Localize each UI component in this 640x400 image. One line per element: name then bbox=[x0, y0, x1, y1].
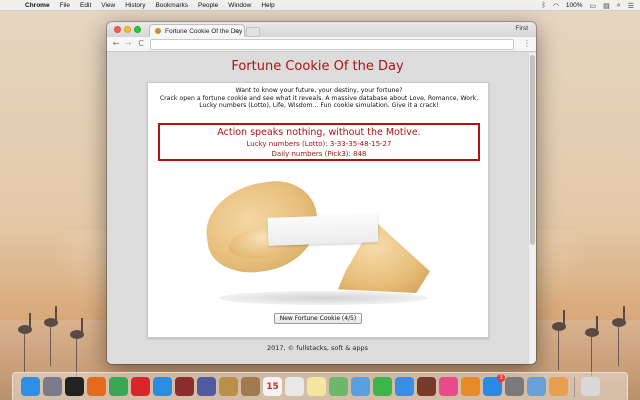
browser-window: Fortune Cookie Of the Day × First ← → C … bbox=[107, 22, 536, 364]
menu-item-edit[interactable]: Edit bbox=[80, 0, 91, 11]
dock: 15 3 bbox=[12, 372, 628, 400]
tab-title: Fortune Cookie Of the Day bbox=[165, 27, 243, 35]
contacts-icon[interactable] bbox=[241, 377, 260, 396]
daily-numbers: Daily numbers (Pick3): 848 bbox=[271, 150, 367, 158]
firefox-icon[interactable] bbox=[87, 377, 106, 396]
chrome-icon[interactable] bbox=[109, 377, 128, 396]
stickies-icon[interactable] bbox=[307, 377, 326, 396]
close-window-button[interactable] bbox=[114, 26, 121, 33]
browser-tab[interactable]: Fortune Cookie Of the Day × bbox=[149, 24, 245, 37]
notes-icon[interactable] bbox=[219, 377, 238, 396]
new-fortune-cookie-button[interactable]: New Fortune Cookie (4/5) bbox=[274, 313, 362, 324]
flamingo-silhouette bbox=[552, 310, 566, 372]
menu-item-view[interactable]: View bbox=[101, 0, 115, 11]
wifi-icon[interactable]: ◠ bbox=[553, 2, 559, 10]
calendar-icon[interactable]: 15 bbox=[263, 377, 282, 396]
tab-close-icon[interactable]: × bbox=[233, 27, 239, 35]
page-title: Fortune Cookie Of the Day bbox=[231, 59, 404, 74]
profile-button[interactable]: First bbox=[515, 25, 528, 32]
fortune-card: Want to know your future, your destiny, … bbox=[147, 82, 489, 338]
preview-icon[interactable] bbox=[527, 377, 546, 396]
menu-item-file[interactable]: File bbox=[60, 0, 70, 11]
flamingo-silhouette bbox=[612, 306, 626, 368]
flamingo-silhouette bbox=[44, 306, 58, 368]
battery-percent[interactable]: 100% bbox=[566, 2, 583, 9]
page-viewport: Fortune Cookie Of the Day Want to know y… bbox=[107, 53, 536, 364]
fortune-box: Action speaks nothing, without the Motiv… bbox=[158, 123, 480, 161]
ibooks-icon[interactable] bbox=[461, 377, 480, 396]
app-store-icon[interactable]: 3 bbox=[483, 374, 505, 396]
maximize-window-button[interactable] bbox=[134, 26, 141, 33]
minimize-window-button[interactable] bbox=[124, 26, 131, 33]
photos-icon[interactable] bbox=[351, 377, 370, 396]
lucky-numbers: Lucky numbers (Lotto): 3-33-35-48-15-27 bbox=[246, 140, 392, 148]
facetime-icon[interactable] bbox=[373, 377, 392, 396]
cookie-shadow bbox=[218, 291, 428, 305]
browser-toolbar: ← → C ⋮ bbox=[107, 37, 536, 52]
itunes-icon[interactable] bbox=[439, 377, 458, 396]
dock-separator bbox=[574, 376, 575, 397]
cookie-favicon-icon bbox=[155, 28, 161, 34]
launchpad-icon[interactable] bbox=[43, 377, 62, 396]
app-store-badge: 3 bbox=[497, 374, 505, 382]
system-preferences-icon[interactable] bbox=[505, 377, 524, 396]
menu-item-window[interactable]: Window bbox=[228, 0, 251, 11]
intro-line: Crack open a fortune cookie and see what… bbox=[159, 94, 479, 102]
intro-line: Want to know your future, your destiny, … bbox=[235, 87, 403, 94]
messages-icon[interactable] bbox=[395, 377, 414, 396]
battery-icon[interactable]: ▭ bbox=[590, 2, 597, 10]
scrollbar-thumb[interactable] bbox=[530, 55, 535, 245]
bluetooth-icon[interactable]: ᛒ bbox=[542, 2, 546, 9]
flag-icon[interactable]: ▤ bbox=[603, 2, 610, 10]
title-bar[interactable]: Fortune Cookie Of the Day × First bbox=[107, 22, 536, 37]
fortune-paper-slip bbox=[267, 214, 379, 246]
finder-icon[interactable] bbox=[21, 377, 40, 396]
status-area: ᛒ ◠ 100% ▭ ▤ ⌕ ☰ bbox=[542, 0, 634, 11]
reminders-icon[interactable] bbox=[285, 377, 304, 396]
trash-icon[interactable] bbox=[581, 377, 600, 396]
flamingo-silhouette bbox=[18, 313, 32, 375]
intro-text: Want to know your future, your destiny, … bbox=[152, 87, 486, 110]
forward-arrow-icon[interactable]: → bbox=[123, 39, 133, 49]
back-arrow-icon[interactable]: ← bbox=[111, 39, 121, 49]
apple-menu-icon[interactable] bbox=[8, 1, 17, 10]
list-icon[interactable]: ☰ bbox=[628, 2, 634, 10]
safari-icon[interactable] bbox=[153, 377, 172, 396]
flamingo-silhouette bbox=[585, 316, 599, 378]
intro-line: Lucky numbers (Lotto), Life, Wisdom... F… bbox=[199, 102, 439, 109]
menu-bar: Chrome File Edit View History Bookmarks … bbox=[0, 0, 640, 11]
slideshow-icon[interactable] bbox=[549, 377, 568, 396]
address-bar[interactable] bbox=[150, 39, 514, 50]
page-scrollbar[interactable] bbox=[528, 53, 536, 364]
new-tab-button[interactable] bbox=[246, 27, 260, 37]
chrome-menu-icon[interactable]: ⋮ bbox=[523, 39, 531, 49]
footer-text: 2017, © fullstacks, soft & apps bbox=[267, 344, 368, 352]
menu-item-bookmarks[interactable]: Bookmarks bbox=[155, 0, 188, 11]
menu-item-chrome[interactable]: Chrome bbox=[25, 0, 50, 11]
search-icon[interactable]: ⌕ bbox=[617, 2, 621, 10]
reload-icon[interactable]: C bbox=[136, 39, 146, 49]
menu-item-help[interactable]: Help bbox=[261, 0, 274, 11]
photo-booth-icon[interactable] bbox=[175, 377, 194, 396]
opera-icon[interactable] bbox=[131, 377, 150, 396]
terminal-icon[interactable] bbox=[65, 377, 84, 396]
menu-item-history[interactable]: History bbox=[125, 0, 145, 11]
apps-grid-icon[interactable] bbox=[197, 377, 216, 396]
fortune-cookie-image bbox=[198, 171, 438, 311]
photo-viewer-icon[interactable] bbox=[417, 377, 436, 396]
menu-item-people[interactable]: People bbox=[198, 0, 218, 11]
fortune-message: Action speaks nothing, without the Motiv… bbox=[217, 127, 421, 138]
maps-icon[interactable] bbox=[329, 377, 348, 396]
